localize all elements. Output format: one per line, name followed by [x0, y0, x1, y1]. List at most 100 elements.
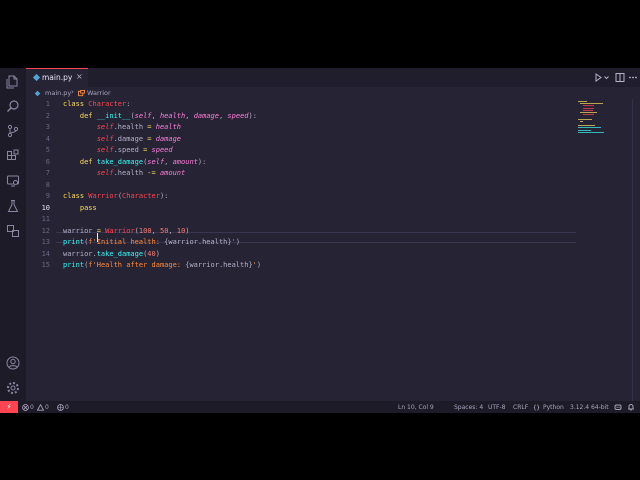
- end-of-line[interactable]: CRLF: [513, 404, 528, 411]
- code-token: def: [79, 111, 97, 120]
- chevron-down-icon[interactable]: [603, 72, 610, 83]
- minimap-line: [582, 107, 594, 109]
- line-number: 2: [45, 111, 50, 120]
- code-line[interactable]: class Character:: [63, 100, 130, 108]
- code-token: Character: [122, 192, 160, 200]
- editor-window: main.py × main.py › Warrior 1 class Chara…: [0, 68, 640, 413]
- line-number: 11: [41, 215, 50, 223]
- code-line[interactable]: self.health = health: [63, 123, 181, 131]
- code-token: speed: [151, 146, 173, 154]
- line-number: 4: [45, 134, 50, 143]
- minimap-line: [582, 114, 595, 116]
- files-icon[interactable]: [6, 75, 20, 89]
- code-token: 100: [138, 226, 152, 235]
- split-editor-icon[interactable]: [615, 72, 625, 83]
- minimap-line: [580, 103, 604, 105]
- warning-icon: [37, 403, 44, 411]
- code-token: .health: [113, 123, 148, 131]
- code-token: warrior.: [63, 249, 97, 258]
- minimap-line: [580, 120, 583, 122]
- code-token: ):: [159, 192, 169, 200]
- code-token: print: [63, 261, 85, 269]
- minimap-line: [578, 129, 591, 131]
- language-mode[interactable]: Python: [543, 404, 564, 411]
- code-token: def: [79, 157, 97, 166]
- code-token: self: [96, 123, 114, 131]
- code-token: self: [134, 111, 152, 120]
- code-token: class: [63, 192, 89, 200]
- code-token: ):: [248, 111, 257, 120]
- line-number: 9: [45, 192, 50, 200]
- code-token: damage: [193, 111, 219, 120]
- line-number: 14: [41, 249, 50, 258]
- code-line[interactable]: warrior.take_damage(40): [63, 250, 160, 258]
- remote-explorer-icon[interactable]: [6, 174, 20, 188]
- minimap-line: [580, 112, 597, 113]
- python-interpreter[interactable]: 3.12.4 64-bit: [570, 404, 609, 411]
- code-line[interactable]: print(f'Initial health: {warrior.health}…: [63, 238, 240, 246]
- remote-indicator-button[interactable]: ⚡: [0, 401, 18, 413]
- run-icon[interactable]: [594, 72, 603, 83]
- breadcrumb-file[interactable]: main.py: [45, 89, 71, 97]
- class-symbol-icon: [78, 90, 85, 97]
- code-token: self: [147, 157, 165, 166]
- line-number: 3: [45, 123, 50, 131]
- encoding[interactable]: UTF-8: [488, 404, 506, 411]
- warning-count[interactable]: 0: [45, 404, 49, 411]
- search-icon[interactable]: [6, 99, 20, 113]
- tab-main-py[interactable]: main.py ×: [26, 68, 88, 87]
- ports-icon: [57, 403, 64, 411]
- status-bar: ⚡ 0 0 0 Ln 10, Col 9 Spaces: 4 UTF-8 CRL…: [0, 401, 640, 413]
- code-line[interactable]: class Warrior(Character):: [63, 192, 168, 200]
- code-token: :: [126, 100, 131, 108]
- breadcrumb-symbol[interactable]: Warrior: [87, 89, 111, 97]
- code-line[interactable]: pass: [63, 204, 97, 212]
- line-number: 1: [45, 100, 50, 108]
- code-line[interactable]: self.damage = damage: [63, 135, 181, 143]
- code-token: warrior: [63, 226, 97, 235]
- source-control-icon[interactable]: [6, 124, 20, 138]
- minimap-line: [578, 125, 595, 127]
- notifications-bell-icon[interactable]: [627, 403, 635, 411]
- code-token: damage: [155, 134, 182, 143]
- code-line[interactable]: self.health -= amount: [63, 169, 186, 177]
- code-line[interactable]: def __init__(self, health, damage, speed…: [63, 112, 257, 120]
- code-token: ): [185, 226, 190, 235]
- code-editor[interactable]: 1 class Character: 2 def __init__(self, he…: [26, 99, 576, 399]
- code-token: Warrior: [105, 226, 135, 235]
- code-token: pass: [79, 203, 97, 212]
- line-number: 13: [41, 238, 50, 246]
- error-icon: [22, 403, 29, 411]
- more-icon[interactable]: [628, 72, 638, 83]
- copilot-icon[interactable]: [614, 403, 622, 411]
- indentation[interactable]: Spaces: 4: [454, 404, 483, 411]
- code-line[interactable]: warrior = Warrior(100, 50, 10): [63, 227, 190, 235]
- account-icon[interactable]: [6, 356, 20, 370]
- close-icon[interactable]: ×: [76, 72, 83, 82]
- code-line[interactable]: print(f'Health after damage: {warrior.he…: [63, 261, 261, 269]
- code-token: amount: [159, 169, 186, 177]
- code-token: .damage: [113, 134, 148, 143]
- breadcrumb-separator: ›: [71, 88, 74, 96]
- testing-icon[interactable]: [6, 199, 20, 213]
- code-token: -=: [147, 169, 156, 177]
- ports-count[interactable]: 0: [65, 404, 69, 411]
- code-token: ): [155, 249, 160, 258]
- docker-icon[interactable]: [6, 224, 20, 238]
- vertical-scrollbar[interactable]: [632, 99, 640, 401]
- code-token: take_damage: [96, 249, 144, 258]
- extensions-icon[interactable]: [6, 149, 20, 163]
- error-count[interactable]: 0: [30, 404, 34, 411]
- cursor-position[interactable]: Ln 10, Col 9: [398, 404, 434, 411]
- line-number: 5: [45, 146, 50, 154]
- tab-label: main.py: [42, 73, 73, 82]
- code-line[interactable]: def take_damage(self, amount):: [63, 158, 206, 166]
- code-line[interactable]: self.speed = speed: [63, 146, 173, 154]
- code-token: ,: [164, 157, 173, 166]
- code-token: self: [96, 134, 114, 143]
- settings-gear-icon[interactable]: [6, 381, 20, 395]
- minimap[interactable]: [576, 99, 632, 139]
- code-token: ): [256, 261, 262, 269]
